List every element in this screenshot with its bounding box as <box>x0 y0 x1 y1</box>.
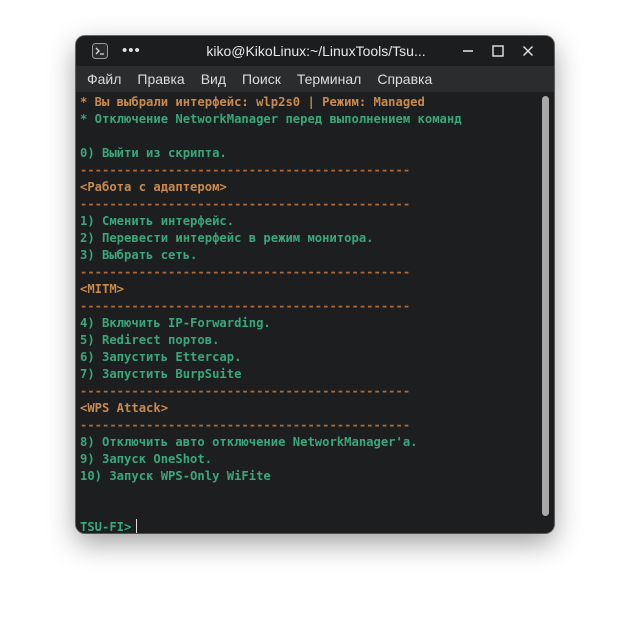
menu-terminal[interactable]: Терминал <box>291 66 367 92</box>
terminal-line: <Работа с адаптером> <box>80 180 227 194</box>
menu-view[interactable]: Вид <box>195 66 232 92</box>
terminal-line: 8) Отключить авто отключение NetworkMana… <box>80 435 418 449</box>
terminal-line: <MITM> <box>80 282 125 296</box>
prompt-text: TSU-FI> <box>80 520 132 533</box>
maximize-icon[interactable] <box>487 41 509 61</box>
menu-dots-icon[interactable]: ••• <box>122 42 141 59</box>
menu-bar: Файл Правка Вид Поиск Терминал Справка <box>76 66 554 92</box>
terminal-window: ••• kiko@KikoLinux:~/LinuxTools/Tsu... Ф… <box>76 36 554 533</box>
minimize-icon[interactable] <box>457 41 479 61</box>
terminal-app-icon[interactable] <box>92 43 108 59</box>
menu-help[interactable]: Справка <box>371 66 438 92</box>
terminal-line: * Вы выбрали интерфейс: wlp2s0 | Режим: … <box>80 95 425 109</box>
title-bar[interactable]: ••• kiko@KikoLinux:~/LinuxTools/Tsu... <box>76 36 554 66</box>
text-cursor <box>136 519 138 533</box>
terminal-line: <WPS Attack> <box>80 401 169 415</box>
terminal-line: 3) Выбрать сеть. <box>80 248 198 262</box>
prompt-line[interactable]: TSU-FI> <box>80 519 538 533</box>
terminal-line: 4) Включить IP-Forwarding. <box>80 316 271 330</box>
terminal-line: 9) Запуск OneShot. <box>80 452 213 466</box>
separator-line: ----------------------------------------… <box>80 299 411 313</box>
terminal-line: 10) Запуск WPS-Only WiFite <box>80 469 271 483</box>
terminal-line: * Отключение NetworkManager перед выполн… <box>80 112 462 126</box>
separator-line: ----------------------------------------… <box>80 384 411 398</box>
separator-line: ----------------------------------------… <box>80 163 411 177</box>
terminal-line: 2) Перевести интерфейс в режим монитора. <box>80 231 374 245</box>
window-title: kiko@KikoLinux:~/LinuxTools/Tsu... <box>206 43 426 59</box>
menu-search[interactable]: Поиск <box>236 66 287 92</box>
vertical-scrollbar[interactable] <box>542 96 549 516</box>
separator-line: ----------------------------------------… <box>80 418 411 432</box>
terminal-lines: * Вы выбрали интерфейс: wlp2s0 | Режим: … <box>80 94 538 533</box>
terminal-output[interactable]: * Вы выбрали интерфейс: wlp2s0 | Режим: … <box>76 92 554 533</box>
scrollbar-thumb[interactable] <box>542 96 549 516</box>
close-icon[interactable] <box>517 41 539 61</box>
terminal-line: 7) Запустить BurpSuite <box>80 367 242 381</box>
terminal-line: 5) Redirect портов. <box>80 333 220 347</box>
separator-line: ----------------------------------------… <box>80 197 411 211</box>
terminal-line: 0) Выйти из скрипта. <box>80 146 227 160</box>
separator-line: ----------------------------------------… <box>80 265 411 279</box>
menu-file[interactable]: Файл <box>81 66 127 92</box>
terminal-line: 1) Сменить интерфейс. <box>80 214 235 228</box>
terminal-line: 6) Запустить Ettercap. <box>80 350 242 364</box>
menu-edit[interactable]: Правка <box>131 66 190 92</box>
